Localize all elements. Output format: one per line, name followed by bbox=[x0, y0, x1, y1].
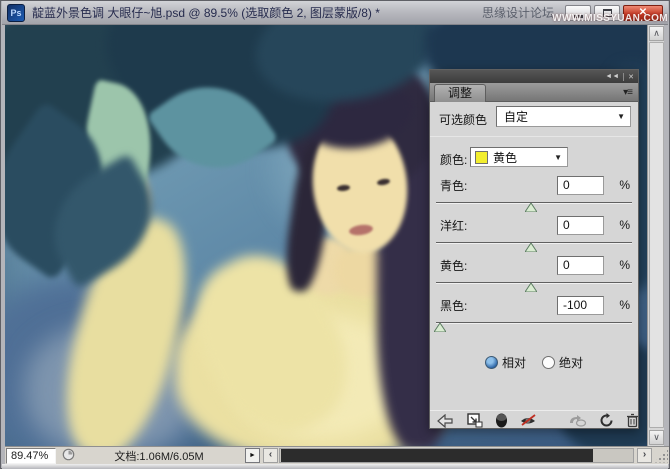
color-label: 颜色: bbox=[440, 151, 467, 168]
tab-adjustments[interactable]: 调整 bbox=[434, 84, 486, 102]
cyan-slider-track[interactable] bbox=[436, 202, 632, 204]
collapse-to-icons-icon[interactable]: ◄◄ bbox=[605, 73, 619, 80]
preset-dropdown[interactable]: 自定 ▼ bbox=[496, 106, 631, 127]
cyan-slider-handle[interactable] bbox=[525, 203, 537, 212]
maximize-button[interactable] bbox=[594, 5, 620, 21]
horizontal-scrollbar[interactable] bbox=[279, 448, 634, 463]
selective-color-label: 可选颜色 bbox=[439, 111, 487, 128]
black-slider-group: 黑色: -100 % bbox=[430, 296, 638, 334]
color-swatch bbox=[475, 151, 488, 164]
relative-radio-option[interactable]: 相对 bbox=[485, 354, 526, 371]
chevron-down-icon: ▼ bbox=[617, 112, 630, 121]
cyan-value-input[interactable]: 0 bbox=[557, 176, 604, 195]
method-radio-row: 相对 绝对 bbox=[430, 354, 638, 371]
panel-body: 可选颜色 自定 ▼ 颜色: 黄色 ▼ 青色: 0 % bbox=[430, 102, 638, 428]
percent-label: % bbox=[619, 218, 630, 232]
toggle-visibility-eye-icon[interactable] bbox=[519, 413, 539, 428]
yellow-value-input[interactable]: 0 bbox=[557, 256, 604, 275]
scroll-right-arrow[interactable]: › bbox=[637, 448, 652, 463]
photoshop-window: Ps 靛蓝外景色调 大眼仔~旭.psd @ 89.5% (选取颜色 2, 图层蒙… bbox=[0, 0, 670, 469]
absolute-radio-option[interactable]: 绝对 bbox=[542, 354, 583, 371]
adjustments-panel: ◄◄ ✕ 调整 ▾≡ 可选颜色 自定 ▼ 颜色: 黄色 ▼ 青 bbox=[429, 69, 639, 429]
vertical-scrollbar[interactable]: ∧ ∨ bbox=[647, 25, 664, 446]
magenta-label: 洋红: bbox=[440, 217, 467, 234]
close-button[interactable]: ✕ bbox=[623, 5, 663, 21]
window-frame-bottom bbox=[2, 464, 668, 469]
document-size-info: 文档:1.06M/6.05M bbox=[79, 448, 239, 464]
timing-icon bbox=[62, 448, 75, 464]
yellow-slider-handle[interactable] bbox=[525, 283, 537, 292]
zoom-level-input[interactable]: 89.47% bbox=[6, 448, 56, 464]
relative-label: 相对 bbox=[502, 354, 526, 371]
magenta-slider-track[interactable] bbox=[436, 242, 632, 244]
expanded-view-icon[interactable] bbox=[467, 413, 483, 428]
yellow-slider-group: 黄色: 0 % bbox=[430, 256, 638, 294]
yellow-label: 黄色: bbox=[440, 257, 467, 274]
panel-footer bbox=[430, 413, 638, 428]
radio-icon[interactable] bbox=[542, 356, 555, 369]
chevron-down-icon: ▼ bbox=[554, 153, 567, 162]
forum-link-text: 思缘设计论坛 bbox=[482, 4, 554, 21]
color-dropdown[interactable]: 黄色 ▼ bbox=[470, 147, 568, 167]
header-separator bbox=[623, 73, 624, 81]
black-slider-track[interactable] bbox=[436, 322, 632, 324]
status-menu-button[interactable]: ► bbox=[245, 448, 260, 463]
resize-grip[interactable] bbox=[654, 449, 668, 463]
close-icon: ✕ bbox=[639, 7, 647, 18]
percent-label: % bbox=[619, 178, 630, 192]
photoshop-logo-icon[interactable]: Ps bbox=[7, 4, 25, 22]
black-slider-handle[interactable] bbox=[434, 323, 446, 332]
cyan-slider-group: 青色: 0 % bbox=[430, 176, 638, 214]
horizontal-scroll-thumb[interactable] bbox=[281, 449, 593, 462]
return-arrow-icon[interactable] bbox=[437, 414, 454, 428]
reset-icon[interactable] bbox=[599, 413, 614, 428]
color-value: 黄色 bbox=[493, 149, 517, 166]
magenta-value-input[interactable]: 0 bbox=[557, 216, 604, 235]
radio-icon[interactable] bbox=[485, 356, 498, 369]
divider bbox=[430, 136, 638, 137]
vertical-scroll-thumb[interactable] bbox=[649, 42, 664, 428]
magenta-slider-handle[interactable] bbox=[525, 243, 537, 252]
panel-header-bar: ◄◄ ✕ bbox=[430, 70, 638, 83]
status-bar: 89.47% 文档:1.06M/6.05M ► ‹ › bbox=[5, 446, 669, 464]
maximize-icon bbox=[603, 9, 612, 17]
title-bar[interactable]: Ps 靛蓝外景色调 大眼仔~旭.psd @ 89.5% (选取颜色 2, 图层蒙… bbox=[2, 1, 668, 25]
cyan-label: 青色: bbox=[440, 177, 467, 194]
delete-trash-icon[interactable] bbox=[626, 413, 639, 428]
panel-close-icon[interactable]: ✕ bbox=[628, 73, 634, 81]
scroll-up-arrow[interactable]: ∧ bbox=[649, 26, 664, 41]
minimize-button[interactable] bbox=[565, 5, 591, 21]
preset-value: 自定 bbox=[497, 108, 528, 125]
clip-to-layer-icon[interactable] bbox=[495, 413, 508, 428]
minimize-icon bbox=[574, 15, 583, 18]
percent-label: % bbox=[619, 298, 630, 312]
scroll-left-arrow[interactable]: ‹ bbox=[263, 448, 278, 463]
black-label: 黑色: bbox=[440, 297, 467, 314]
view-previous-state-icon[interactable] bbox=[567, 414, 587, 428]
panel-tab-bar: 调整 ▾≡ bbox=[430, 83, 638, 102]
black-value-input[interactable]: -100 bbox=[557, 296, 604, 315]
percent-label: % bbox=[619, 258, 630, 272]
scroll-down-arrow[interactable]: ∨ bbox=[649, 430, 664, 445]
absolute-label: 绝对 bbox=[559, 354, 583, 371]
magenta-slider-group: 洋红: 0 % bbox=[430, 216, 638, 254]
divider bbox=[430, 410, 638, 411]
panel-menu-icon[interactable]: ▾≡ bbox=[623, 87, 632, 98]
window-title: 靛蓝外景色调 大眼仔~旭.psd @ 89.5% (选取颜色 2, 图层蒙版/8… bbox=[32, 4, 380, 21]
yellow-slider-track[interactable] bbox=[436, 282, 632, 284]
